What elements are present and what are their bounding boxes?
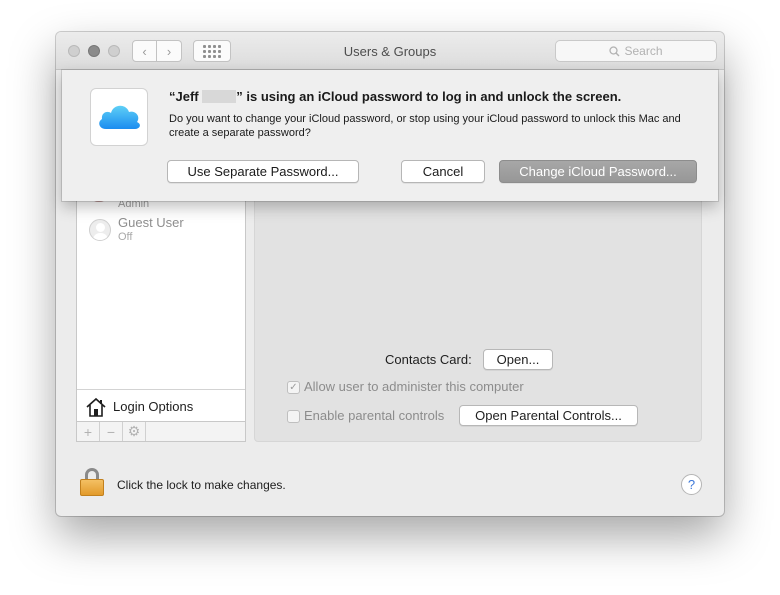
use-separate-password-button[interactable]: Use Separate Password... [167,160,359,183]
plus-icon: + [83,423,93,440]
user-detail-panel: Contacts Card: Open... ✓ Allow user to a… [254,197,702,442]
lock-text: Click the lock to make changes. [117,478,286,492]
user-action-button[interactable]: ⚙ [123,422,146,441]
icloud-icon [99,105,140,129]
user-list: Admin Guest User Off Login Options [76,194,246,442]
house-icon [86,397,106,417]
login-options-item[interactable]: Login Options [77,389,245,423]
guest-user-avatar[interactable] [89,219,111,241]
allow-admin-label: Allow user to administer this computer [304,379,524,394]
icloud-password-sheet: “Jeff ” is using an iCloud password to l… [62,70,718,201]
help-button[interactable]: ? [681,474,702,495]
question-icon: ? [687,477,696,492]
guest-user-name[interactable]: Guest User [118,215,184,230]
change-icloud-password-button[interactable]: Change iCloud Password... [499,160,697,183]
add-user-button[interactable]: + [77,422,100,441]
search-field[interactable]: Search [555,40,717,62]
lock-icon[interactable] [80,468,104,496]
sheet-title-suffix: ” is using an iCloud password to log in … [236,89,622,104]
open-parental-controls-button[interactable]: Open Parental Controls... [459,405,638,426]
title-bar: ‹ › Users & Groups Search [56,32,724,70]
search-placeholder: Search [624,44,663,58]
sheet-message: Do you want to change your iCloud passwo… [169,113,681,139]
search-icon [609,45,620,56]
gear-icon: ⚙ [127,423,141,439]
remove-user-button[interactable]: − [100,422,123,441]
redacted-name [202,90,237,103]
minus-icon: − [106,423,116,440]
contacts-open-button[interactable]: Open... [483,349,553,370]
user-list-toolbar: + − ⚙ [76,421,246,442]
checkmark-icon: ✓ [289,382,298,393]
allow-admin-checkbox[interactable]: ✓ [287,381,300,394]
login-options-label: Login Options [113,399,194,414]
guest-user-status: Off [118,231,133,243]
sheet-title: “Jeff ” is using an iCloud password to l… [169,89,621,104]
sheet-title-prefix: “Jeff [169,89,199,104]
cancel-button[interactable]: Cancel [401,160,485,183]
contacts-card-label: Contacts Card: [385,352,472,367]
icloud-app-icon [90,88,148,146]
parental-controls-label: Enable parental controls [304,408,445,423]
parental-controls-checkbox[interactable] [287,410,300,423]
